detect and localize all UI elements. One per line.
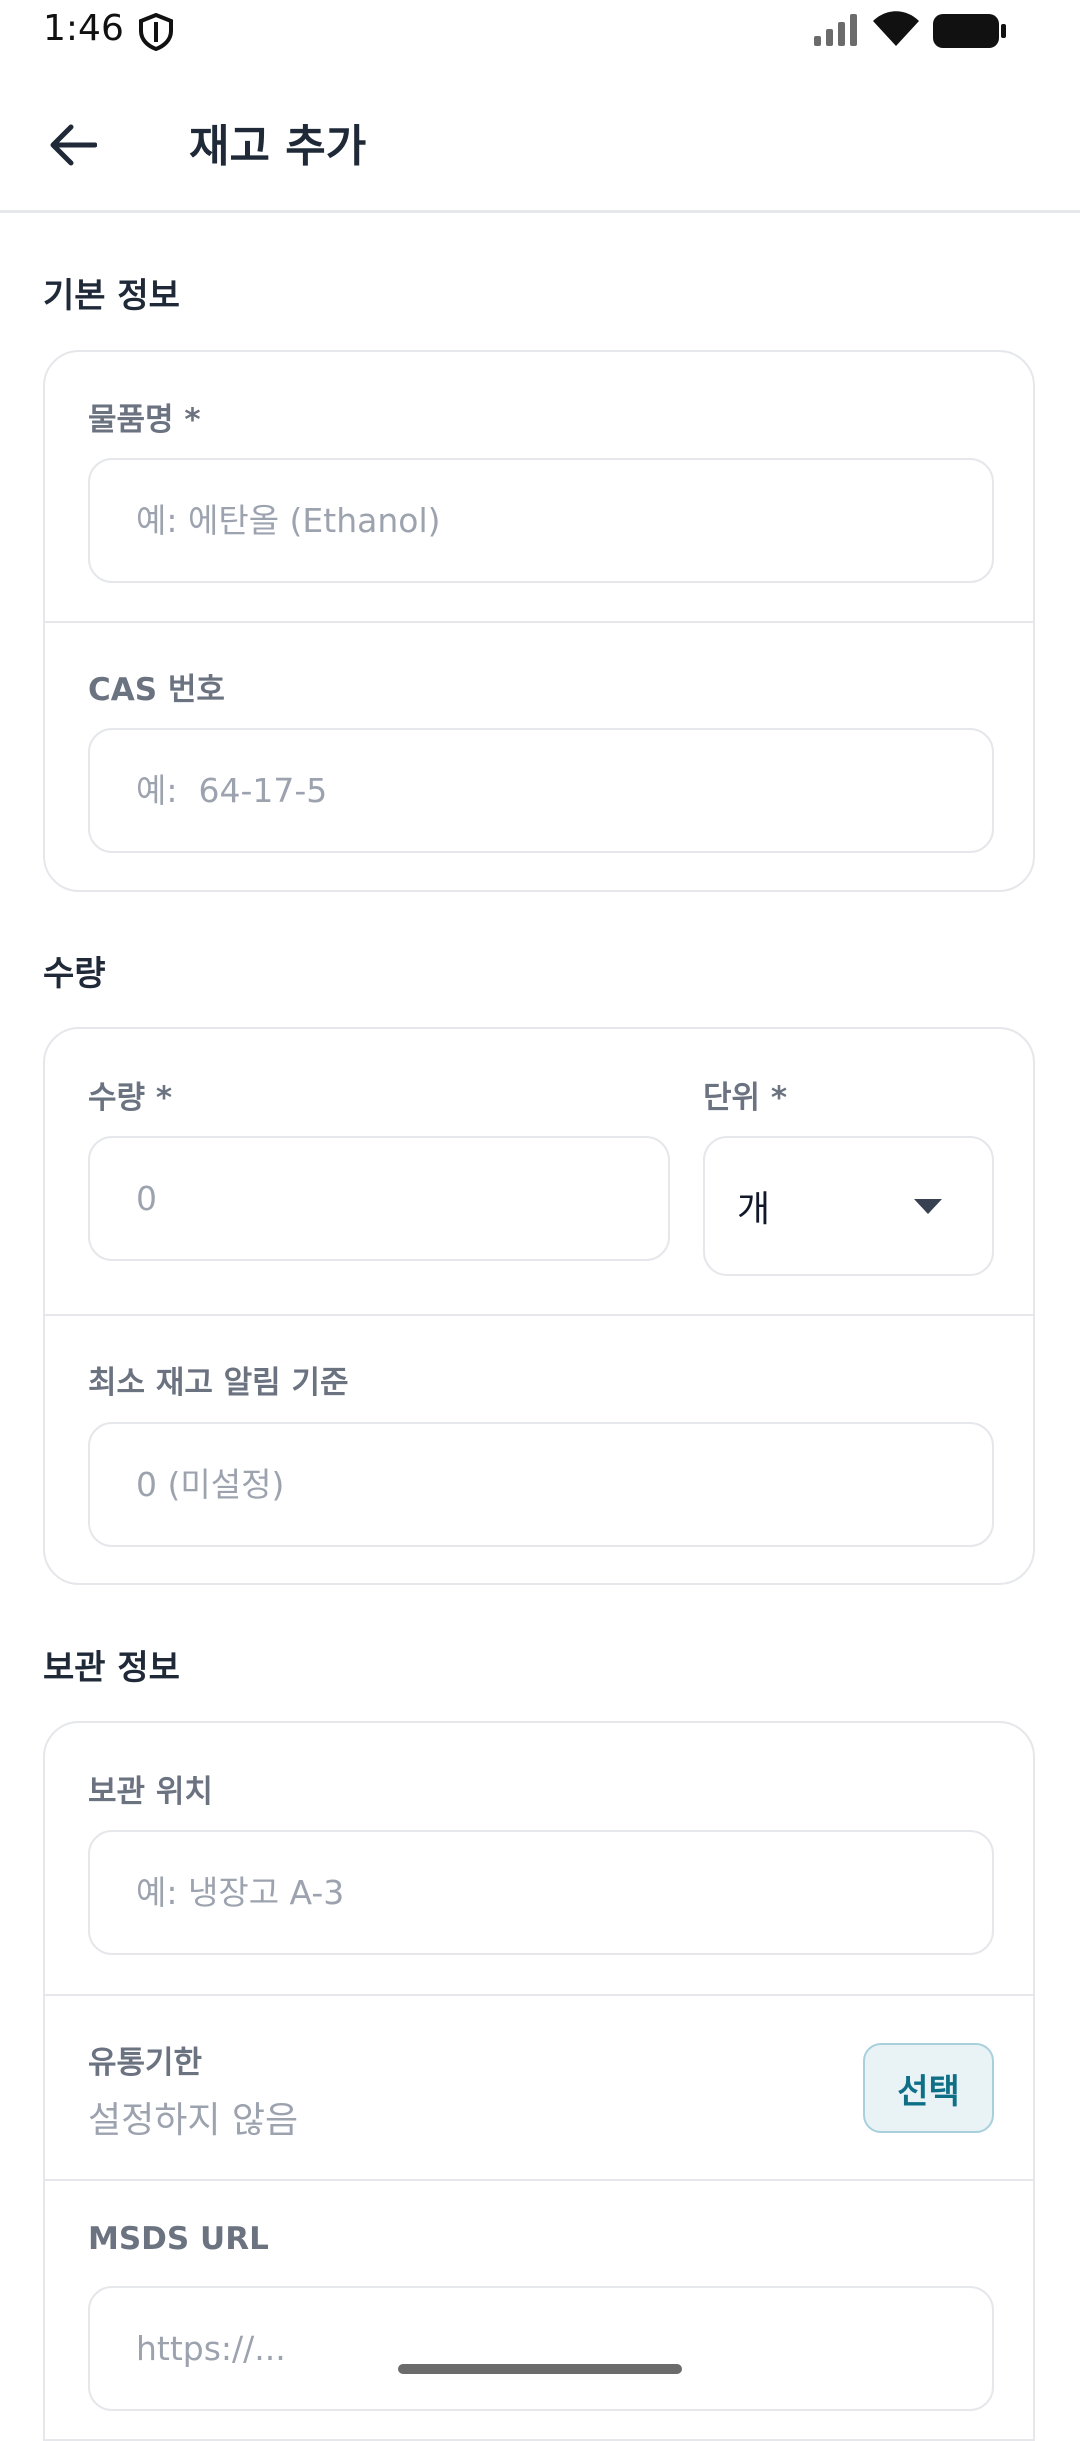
wifi-icon [871,10,921,52]
min-alert-input[interactable] [88,1422,994,1547]
cas-input[interactable] [88,728,994,853]
dropdown-arrow-icon [914,1198,942,1214]
amount-input[interactable] [88,1136,670,1261]
section-title-storage: 보관 정보 [43,1648,180,1688]
divider [45,1994,1033,1996]
min-alert-label: 최소 재고 알림 기준 [88,1365,349,1401]
section-title-basic: 기본 정보 [43,276,180,316]
back-button[interactable] [30,102,116,188]
app-bar: 재고 추가 [0,62,1080,213]
section-title-quantity: 수량 [43,954,106,994]
msds-input[interactable] [88,2286,994,2411]
unit-select[interactable]: 개 [703,1136,994,1276]
amount-label: 수량 * [88,1080,173,1116]
divider [45,1314,1033,1316]
shield-icon [138,12,174,55]
status-bar: 1:46 [0,0,1080,62]
divider [45,2179,1033,2181]
unit-label: 단위 * [703,1080,788,1116]
status-time: 1:46 [43,8,124,49]
location-label: 보관 위치 [88,1774,213,1810]
expiry-select-button[interactable]: 선택 [863,2043,994,2133]
unit-value: 개 [737,1189,771,1230]
name-input[interactable] [88,458,994,583]
quantity-card: 수량 * 단위 * 개 최소 재고 알림 기준 [43,1027,1035,1585]
location-input[interactable] [88,1830,994,1955]
storage-card: 보관 위치 유통기한 설정하지 않음 선택 MSDS URL [43,1721,1035,2441]
cas-label: CAS 번호 [88,672,225,708]
home-indicator[interactable] [398,2364,682,2374]
expiry-value: 설정하지 않음 [88,2100,299,2141]
msds-label: MSDS URL [88,2221,269,2257]
arrow-left-icon [50,124,97,166]
name-label: 물품명 * [88,402,201,438]
signal-icon [812,12,860,52]
battery-icon [933,14,1007,52]
basic-info-card: 물품명 * CAS 번호 [43,350,1035,892]
expiry-label: 유통기한 [88,2045,203,2081]
divider [45,621,1033,623]
page-title: 재고 추가 [189,121,367,172]
